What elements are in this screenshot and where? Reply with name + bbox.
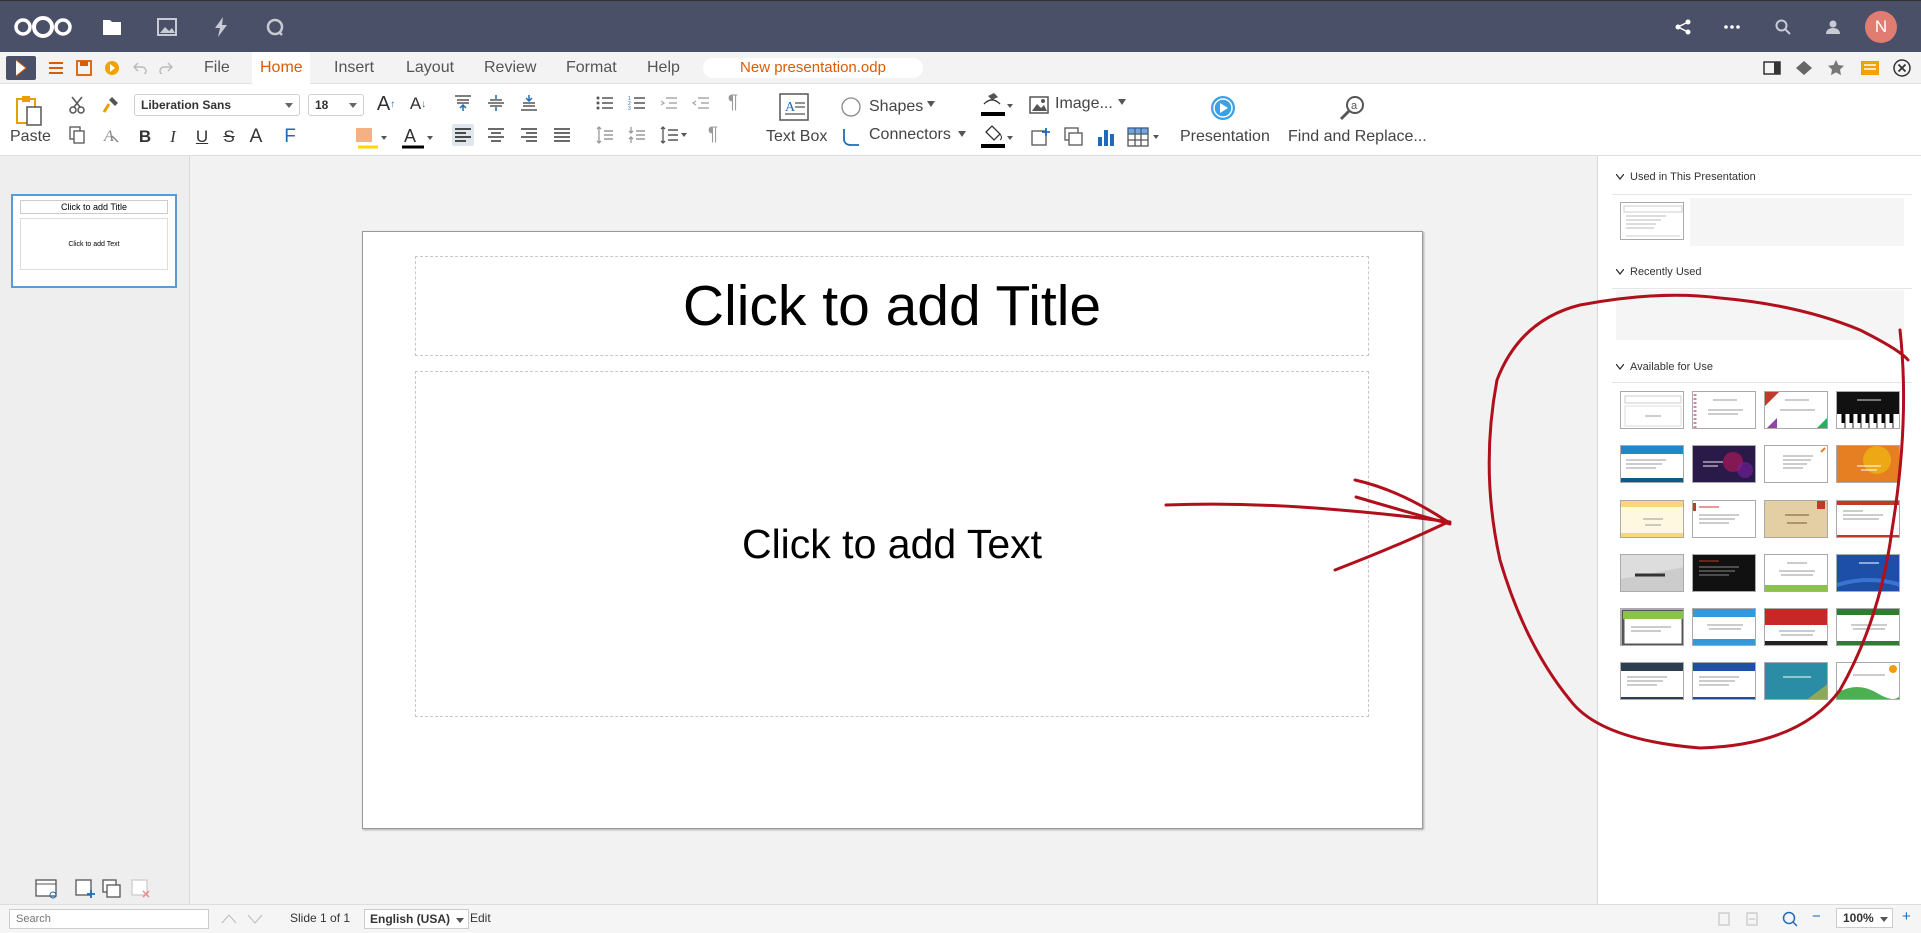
red-annotation-icon <box>1164 293 1910 750</box>
language-select[interactable]: English (USA) <box>364 909 469 929</box>
zoom-dropdown-icon <box>1879 917 1888 922</box>
page-fit-icon[interactable] <box>1716 911 1732 927</box>
language-value: English (USA) <box>370 912 450 926</box>
slide-info: Slide 1 of 1 <box>290 911 351 925</box>
language-dropdown-icon <box>456 918 464 923</box>
zoom-in-button[interactable]: + <box>1902 908 1911 925</box>
status-search-input[interactable] <box>9 909 209 929</box>
search-prev-icon[interactable] <box>220 911 238 927</box>
page-width-icon[interactable] <box>1744 911 1760 927</box>
zoom-reset-icon[interactable] <box>1781 910 1799 928</box>
edit-mode: Edit <box>470 911 491 925</box>
zoom-value: 100% <box>1843 911 1874 925</box>
status-bar: Slide 1 of 1 English (USA) Edit − 100% + <box>0 904 1921 933</box>
zoom-out-button[interactable]: − <box>1812 908 1821 925</box>
search-next-icon[interactable] <box>246 911 264 927</box>
zoom-select[interactable]: 100% <box>1836 908 1893 928</box>
